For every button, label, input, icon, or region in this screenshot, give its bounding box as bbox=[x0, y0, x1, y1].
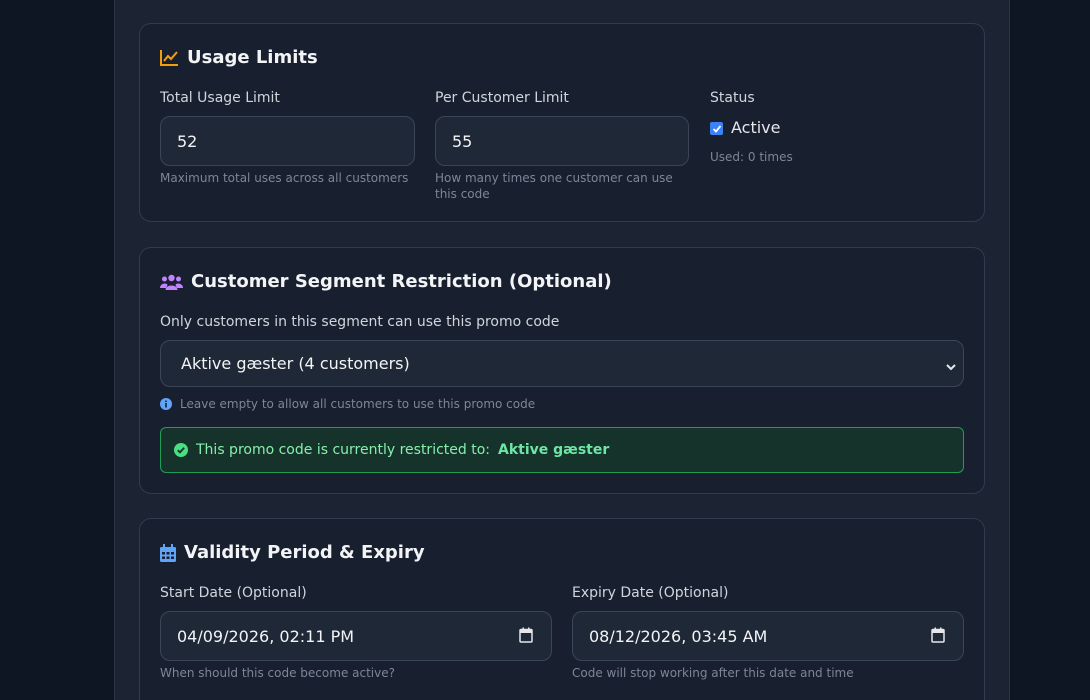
info-icon bbox=[160, 398, 172, 410]
segment-select[interactable]: Aktive gæster (4 customers) bbox=[160, 340, 964, 387]
calendar-picker-icon[interactable] bbox=[519, 627, 533, 647]
segment-restriction-notice: This promo code is currently restricted … bbox=[160, 427, 964, 473]
status-label: Status bbox=[710, 90, 755, 106]
validity-title: Validity Period & Expiry bbox=[160, 542, 425, 563]
usage-limits-card: Usage Limits Total Usage Limit 52 Maximu… bbox=[139, 23, 985, 222]
segment-description: Only customers in this segment can use t… bbox=[160, 314, 560, 330]
chevron-down-icon bbox=[945, 358, 957, 377]
expiry-date-label: Expiry Date (Optional) bbox=[572, 585, 729, 601]
start-date-input[interactable]: 04/09/2026, 02:11 PM bbox=[160, 611, 552, 661]
per-customer-help: How many times one customer can use this… bbox=[435, 171, 673, 201]
calendar-icon bbox=[160, 543, 176, 562]
segment-help: Leave empty to allow all customers to us… bbox=[160, 396, 535, 412]
expiry-date-input[interactable]: 08/12/2026, 03:45 AM bbox=[572, 611, 964, 661]
active-label[interactable]: Active bbox=[731, 118, 781, 137]
active-checkbox[interactable] bbox=[710, 122, 723, 135]
per-customer-label: Per Customer Limit bbox=[435, 90, 569, 106]
total-usage-input[interactable]: 52 bbox=[160, 116, 415, 166]
expiry-date-help: Code will stop working after this date a… bbox=[572, 666, 854, 680]
usage-limits-title: Usage Limits bbox=[160, 47, 318, 68]
restricted-segment-name: Aktive gæster bbox=[498, 442, 610, 458]
start-date-help: When should this code become active? bbox=[160, 666, 395, 680]
chart-line-icon bbox=[160, 49, 179, 66]
total-usage-help: Maximum total uses across all customers bbox=[160, 171, 409, 185]
per-customer-input[interactable]: 55 bbox=[435, 116, 689, 166]
used-count: Used: 0 times bbox=[710, 150, 793, 164]
check-circle-icon bbox=[174, 443, 188, 457]
validity-card: Validity Period & Expiry Start Date (Opt… bbox=[139, 518, 985, 700]
segment-card: Customer Segment Restriction (Optional) … bbox=[139, 247, 985, 494]
start-date-label: Start Date (Optional) bbox=[160, 585, 307, 601]
total-usage-label: Total Usage Limit bbox=[160, 90, 280, 106]
segment-selected-value: Aktive gæster (4 customers) bbox=[181, 354, 410, 373]
segment-title: Customer Segment Restriction (Optional) bbox=[160, 271, 612, 292]
calendar-picker-icon[interactable] bbox=[931, 627, 945, 647]
users-icon bbox=[160, 273, 183, 291]
